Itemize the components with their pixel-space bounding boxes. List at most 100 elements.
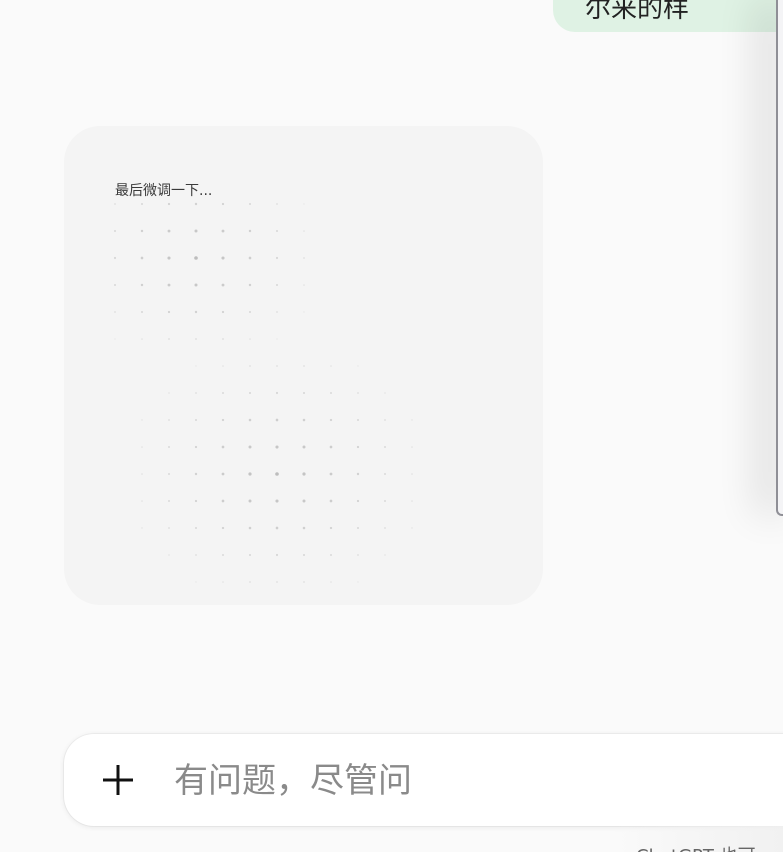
loading-dot	[168, 473, 170, 475]
loading-dot	[248, 445, 252, 449]
add-attachment-button[interactable]	[92, 756, 144, 804]
loading-dot	[357, 554, 359, 556]
plus-icon	[103, 765, 133, 795]
loading-dot	[221, 310, 225, 314]
loading-dot	[194, 283, 198, 287]
loading-dot	[114, 311, 116, 313]
loading-dot	[276, 365, 278, 367]
loading-dot	[167, 202, 171, 206]
loading-dot	[195, 392, 197, 394]
loading-dot	[384, 392, 386, 394]
loading-dot	[275, 526, 279, 530]
loading-dot	[140, 202, 144, 206]
loading-dot	[384, 419, 386, 421]
loading-dot	[221, 202, 225, 206]
loading-dot	[222, 392, 224, 394]
loading-dot	[356, 472, 360, 476]
loading-dot	[222, 365, 224, 367]
loading-dot	[221, 256, 225, 260]
loading-dot	[140, 256, 144, 260]
loading-dot	[221, 499, 225, 503]
loading-dot	[302, 472, 306, 476]
loading-dot	[195, 554, 197, 556]
loading-dot	[141, 446, 143, 448]
loading-dot	[167, 256, 171, 260]
loading-dot	[330, 554, 332, 556]
message-input[interactable]	[172, 752, 776, 810]
loading-dot	[302, 445, 306, 449]
loading-dot	[195, 581, 197, 583]
image-generation-card: 最后微调一下...	[64, 126, 543, 605]
loading-dot	[194, 229, 198, 233]
loading-dot	[221, 472, 225, 476]
loading-dot	[194, 310, 198, 314]
loading-dot	[384, 500, 386, 502]
loading-dot	[302, 553, 306, 557]
user-message-bubble: 尔来的样	[553, 0, 783, 32]
loading-dot	[141, 419, 143, 421]
loading-dot	[275, 499, 279, 503]
loading-dot	[248, 499, 252, 503]
loading-dot	[302, 391, 306, 395]
loading-dot	[303, 365, 305, 367]
loading-dot	[303, 257, 305, 259]
loading-dot	[168, 419, 170, 421]
loading-dot	[276, 338, 278, 340]
loading-dot	[248, 418, 252, 422]
loading-dot	[221, 418, 225, 422]
loading-dot	[330, 581, 332, 583]
loading-dot	[168, 446, 170, 448]
loading-dot	[329, 445, 333, 449]
side-panel-edge[interactable]	[776, 0, 783, 516]
loading-dot	[194, 499, 198, 503]
loading-dot	[275, 256, 279, 260]
loading-dot	[329, 499, 333, 503]
loading-dot	[329, 472, 333, 476]
loading-dot	[276, 203, 278, 205]
footer-disclaimer: ChatGPT 也可	[636, 842, 756, 852]
loading-dot	[330, 365, 332, 367]
loading-dot	[357, 581, 359, 583]
loading-dot	[302, 526, 306, 530]
loading-dot	[221, 526, 225, 530]
loading-dot	[221, 445, 225, 449]
loading-dot	[357, 392, 359, 394]
loading-dot	[114, 203, 116, 205]
loading-dot	[141, 338, 143, 340]
generation-status-text: 最后微调一下...	[115, 183, 213, 199]
loading-dot	[411, 446, 413, 448]
loading-dot	[303, 311, 305, 313]
loading-dot	[329, 526, 333, 530]
loading-dot	[113, 256, 117, 260]
loading-dot	[248, 391, 252, 395]
loading-dot	[411, 527, 413, 529]
loading-dot	[222, 581, 224, 583]
loading-dot	[195, 338, 197, 340]
loading-dot	[249, 338, 251, 340]
loading-dot	[356, 445, 360, 449]
loading-dot	[194, 418, 198, 422]
loading-dot	[141, 473, 143, 475]
loading-dot	[167, 229, 171, 233]
loading-dot	[248, 256, 252, 260]
loading-dot	[113, 283, 117, 287]
loading-dot	[248, 553, 252, 557]
loading-dot	[303, 230, 305, 232]
loading-dot	[168, 527, 170, 529]
loading-dot	[168, 554, 170, 556]
loading-dot	[356, 499, 360, 503]
loading-dot	[248, 310, 252, 314]
loading-dot	[221, 283, 225, 287]
loading-dot	[141, 527, 143, 529]
loading-dot	[275, 229, 279, 233]
loading-dot	[248, 229, 252, 233]
loading-dot	[167, 310, 171, 314]
loading-dot	[167, 283, 171, 287]
loading-dot	[168, 338, 170, 340]
loading-dot	[221, 229, 225, 233]
loading-dot	[114, 338, 116, 340]
loading-dot	[384, 473, 386, 475]
loading-dot	[302, 418, 306, 422]
loading-dot	[411, 500, 413, 502]
loading-dot	[357, 365, 359, 367]
